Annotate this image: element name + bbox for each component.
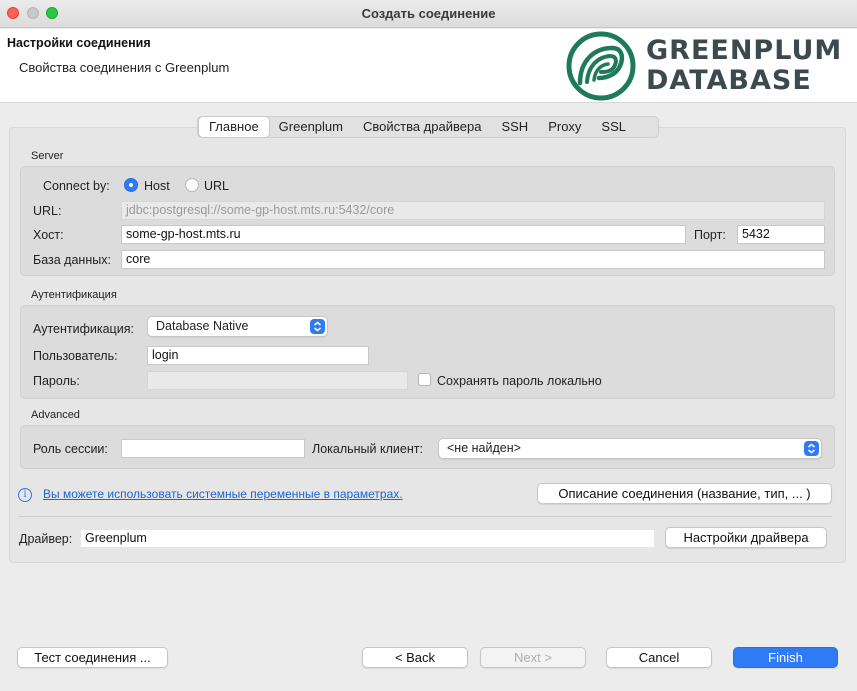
finish-button[interactable]: Finish: [733, 647, 838, 668]
user-label: Пользователь:: [33, 349, 118, 363]
auth-section-label: Аутентификация: [31, 289, 117, 301]
url-radio[interactable]: [185, 178, 199, 192]
window-title: Создать соединение: [361, 6, 496, 21]
tab-greenplum[interactable]: Greenplum: [269, 117, 353, 137]
auth-group: Аутентификация: Database Native Пользова…: [20, 305, 835, 399]
url-field[interactable]: jdbc:postgresql://some-gp-host.mts.ru:54…: [121, 201, 825, 220]
session-role-label: Роль сессии:: [33, 442, 108, 456]
session-role-field[interactable]: [121, 439, 305, 458]
next-button[interactable]: Next >: [480, 647, 586, 668]
url-radio-label[interactable]: URL: [204, 179, 229, 193]
auth-type-label: Аутентификация:: [33, 322, 134, 336]
connection-description-button[interactable]: Описание соединения (название, тип, ... …: [537, 483, 832, 504]
updown-chevron-icon: [804, 441, 819, 456]
auth-type-value: Database Native: [156, 319, 249, 333]
tab-bar: Главное Greenplum Свойства драйвера SSH …: [197, 116, 659, 138]
dialog-header: Настройки соединения Свойства соединения…: [0, 29, 857, 103]
port-field[interactable]: 5432: [737, 225, 825, 244]
advanced-section-label: Advanced: [31, 409, 80, 421]
connect-by-label: Connect by:: [43, 179, 110, 193]
host-label: Хост:: [33, 228, 64, 242]
host-field[interactable]: some-gp-host.mts.ru: [121, 225, 686, 244]
test-connection-button[interactable]: Тест соединения ...: [17, 647, 168, 668]
header-subtitle: Свойства соединения с Greenplum: [19, 60, 230, 75]
driver-label: Драйвер:: [19, 532, 73, 546]
tab-proxy[interactable]: Proxy: [538, 117, 591, 137]
header-title: Настройки соединения: [7, 36, 151, 50]
system-variables-link[interactable]: Вы можете использовать системные перемен…: [43, 487, 403, 501]
password-field[interactable]: [147, 371, 408, 390]
greenplum-logo-icon: [566, 31, 636, 101]
save-password-label[interactable]: Сохранять пароль локально: [437, 374, 602, 388]
password-label: Пароль:: [33, 374, 80, 388]
local-client-label: Локальный клиент:: [312, 442, 423, 456]
main-panel: Server Connect by: Host URL URL: jdbc:po…: [9, 127, 846, 563]
advanced-group: Роль сессии: Локальный клиент: <не найде…: [20, 425, 835, 469]
save-password-checkbox[interactable]: [418, 373, 431, 386]
host-radio-label[interactable]: Host: [144, 179, 170, 193]
logo-text-line1: GREENPLUM: [646, 35, 843, 66]
host-radio[interactable]: [124, 178, 138, 192]
driver-settings-button[interactable]: Настройки драйвера: [665, 527, 827, 548]
greenplum-logo: GREENPLUM DATABASE: [566, 31, 843, 101]
local-client-value: <не найден>: [447, 441, 521, 455]
title-bar: Создать соединение: [0, 0, 857, 28]
tab-main[interactable]: Главное: [199, 117, 269, 137]
driver-field: Greenplum: [80, 529, 655, 548]
tab-ssh[interactable]: SSH: [491, 117, 538, 137]
info-icon: i: [18, 488, 32, 502]
divider: [18, 516, 832, 517]
server-section-label: Server: [31, 150, 64, 162]
logo-text-line2: DATABASE: [646, 65, 812, 96]
database-field[interactable]: core: [121, 250, 825, 269]
tab-ssl[interactable]: SSL: [591, 117, 636, 137]
user-field[interactable]: login: [147, 346, 369, 365]
cancel-button[interactable]: Cancel: [606, 647, 712, 668]
url-label: URL:: [33, 204, 62, 218]
server-group: Connect by: Host URL URL: jdbc:postgresq…: [20, 166, 835, 276]
database-label: База данных:: [33, 253, 111, 267]
back-button[interactable]: < Back: [362, 647, 468, 668]
port-label: Порт:: [694, 228, 726, 242]
tab-driver-properties[interactable]: Свойства драйвера: [353, 117, 491, 137]
auth-type-select[interactable]: Database Native: [147, 316, 328, 337]
updown-chevron-icon: [310, 319, 325, 334]
local-client-select[interactable]: <не найден>: [438, 438, 822, 459]
